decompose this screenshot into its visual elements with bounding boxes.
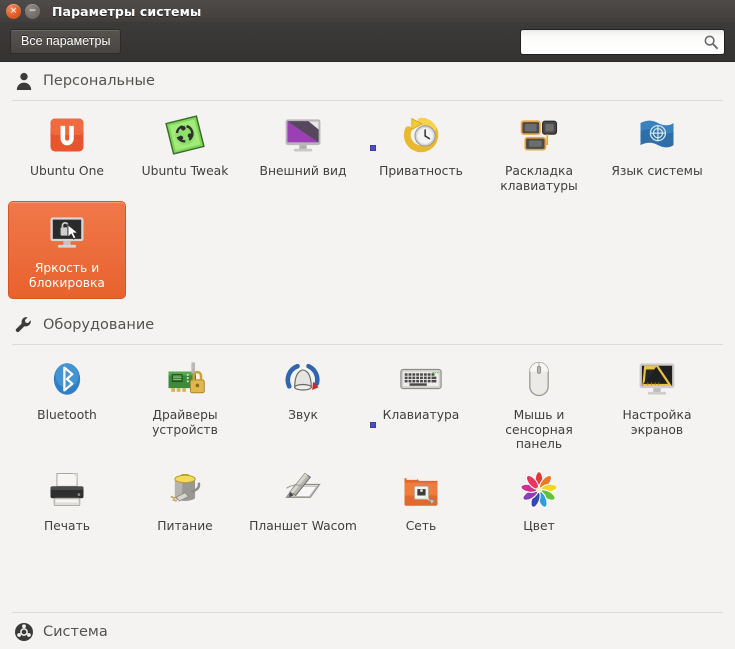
item-label: Мышь и сенсорная панель	[505, 408, 573, 451]
search-container	[520, 29, 725, 55]
person-icon	[16, 72, 32, 90]
item-label: Печать	[43, 518, 91, 533]
section-header-personal: Персональные	[0, 62, 735, 98]
item-label: Сеть	[405, 518, 437, 533]
grid-hardware: Bluetooth Драйверы устройств Звук Клавиа…	[0, 345, 735, 545]
item-label: Ubuntu Tweak	[141, 164, 229, 178]
item-label: Яркость и блокировка	[29, 261, 105, 290]
settings-item-displays[interactable]: Настройка экранов	[598, 349, 716, 460]
status-marker	[370, 422, 376, 428]
settings-item-color[interactable]: Цвет	[480, 460, 598, 542]
color-icon	[515, 466, 563, 514]
settings-item-language[interactable]: Язык системы	[598, 105, 716, 201]
settings-item-printer[interactable]: Печать	[8, 460, 126, 542]
close-button[interactable]: ×	[6, 3, 21, 19]
settings-item-power[interactable]: Питание	[126, 460, 244, 542]
toolbar: Все параметры	[0, 22, 735, 62]
brightness-lock-icon	[43, 208, 91, 256]
item-label: Bluetooth	[37, 408, 97, 422]
settings-item-device-drivers[interactable]: Драйверы устройств	[126, 349, 244, 460]
item-label: Ubuntu One	[30, 164, 104, 178]
wacom-tablet-icon	[279, 466, 327, 514]
language-icon	[633, 111, 681, 159]
ubuntu-tweak-icon	[161, 111, 209, 159]
minimize-button[interactable]: −	[25, 3, 40, 19]
item-label: Звук	[288, 408, 318, 422]
window-title: Параметры системы	[52, 3, 202, 19]
settings-item-wacom-tablet[interactable]: Планшет Wacom	[244, 460, 362, 542]
settings-item-privacy[interactable]: Приватность	[362, 105, 480, 201]
section-header-system: Система	[0, 613, 735, 649]
settings-item-sound[interactable]: Звук	[244, 349, 362, 460]
item-label: Питание	[157, 518, 213, 533]
minimize-icon: −	[28, 5, 37, 16]
settings-item-brightness-lock[interactable]: Яркость и блокировка	[8, 201, 126, 299]
settings-item-keyboard-layout[interactable]: Раскладка клавиатуры	[480, 105, 598, 201]
privacy-icon	[397, 111, 445, 159]
wrench-icon	[15, 317, 31, 333]
item-label: Цвет	[523, 518, 555, 533]
settings-item-ubuntu-one[interactable]: Ubuntu One	[8, 105, 126, 201]
close-icon: ×	[9, 5, 18, 16]
section-title-personal: Персональные	[43, 73, 155, 89]
bluetooth-icon	[43, 355, 91, 403]
section-system: Система	[0, 610, 735, 649]
settings-content: Персональные Ubuntu One Ubuntu Tweak Вне…	[0, 62, 735, 649]
item-label: Настройка экранов	[622, 408, 692, 437]
ubuntu-one-icon	[43, 111, 91, 159]
device-drivers-icon	[161, 355, 209, 403]
all-settings-button[interactable]: Все параметры	[10, 29, 122, 54]
settings-item-bluetooth[interactable]: Bluetooth	[8, 349, 126, 460]
item-label: Приватность	[379, 164, 463, 178]
item-label: Планшет Wacom	[249, 518, 357, 533]
keyboard-icon	[397, 355, 445, 403]
printer-icon	[43, 466, 91, 514]
item-label: Раскладка клавиатуры	[500, 164, 578, 193]
grid-personal: Ubuntu One Ubuntu Tweak Внешний вид Прив…	[0, 101, 735, 303]
settings-item-ubuntu-tweak[interactable]: Ubuntu Tweak	[126, 105, 244, 201]
ubuntu-logo-icon	[15, 623, 33, 641]
section-title-system: Система	[43, 624, 108, 640]
section-title-hardware: Оборудование	[43, 317, 155, 333]
mouse-touchpad-icon	[515, 355, 563, 403]
section-header-hardware: Оборудование	[0, 303, 735, 342]
displays-icon	[633, 355, 681, 403]
item-label: Язык системы	[611, 164, 703, 178]
sound-icon	[279, 355, 327, 403]
power-icon	[161, 466, 209, 514]
window-titlebar: × − Параметры системы	[0, 0, 735, 22]
item-label: Клавиатура	[382, 408, 460, 422]
settings-item-appearance[interactable]: Внешний вид	[244, 105, 362, 201]
settings-item-mouse-touchpad[interactable]: Мышь и сенсорная панель	[480, 349, 598, 460]
settings-item-network[interactable]: Сеть	[362, 460, 480, 542]
keyboard-layout-icon	[515, 111, 563, 159]
appearance-icon	[279, 111, 327, 159]
settings-item-keyboard[interactable]: Клавиатура	[362, 349, 480, 460]
item-label: Внешний вид	[259, 164, 347, 178]
network-icon	[397, 466, 445, 514]
status-marker	[370, 145, 376, 151]
item-label: Драйверы устройств	[152, 408, 218, 437]
search-input[interactable]	[520, 29, 725, 55]
